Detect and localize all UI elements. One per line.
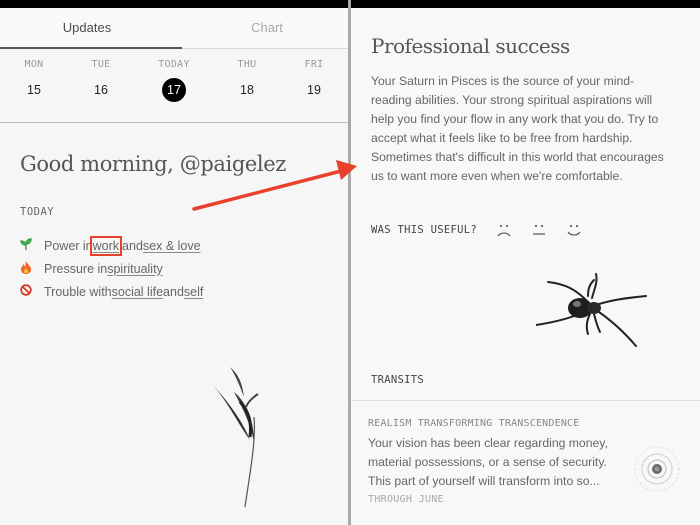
transit-duration: THROUGH JUNE — [368, 494, 444, 505]
happy-face-icon[interactable] — [566, 222, 582, 238]
neutral-face-icon[interactable] — [531, 222, 547, 238]
sad-face-icon[interactable] — [496, 222, 512, 238]
day-date: 15 — [27, 83, 41, 97]
day-date: 19 — [307, 83, 321, 97]
orbit-chart-icon — [633, 445, 681, 498]
day-name: THU — [237, 59, 257, 70]
transit-body: Your vision has been clear regarding mon… — [368, 436, 608, 488]
link-self[interactable]: self — [184, 285, 203, 299]
link-work[interactable]: work — [89, 235, 123, 256]
item-text: and — [163, 284, 184, 299]
tab-updates[interactable]: Updates — [0, 8, 174, 49]
day-name: FRI — [304, 59, 324, 70]
item-text: Power in — [44, 238, 93, 253]
day-date: 16 — [94, 83, 108, 97]
grass-illustration — [210, 362, 270, 517]
spider-illustration — [535, 270, 656, 355]
feedback-row: WAS THIS USEFUL? — [371, 222, 582, 238]
tab-bar: Updates Chart — [0, 8, 348, 49]
day-date: 18 — [240, 83, 254, 97]
feedback-label: WAS THIS USEFUL? — [371, 224, 477, 236]
greeting-heading: Good morning, @paigelez — [20, 152, 286, 176]
detail-panel: Professional success Your Saturn in Pisc… — [351, 8, 700, 525]
day-name: MON — [24, 59, 44, 70]
detail-body: Your Saturn in Pisces is the source of y… — [371, 74, 664, 183]
day-today[interactable]: TODAY 17 — [144, 59, 204, 102]
list-item: Pressure in spirituality — [20, 257, 203, 280]
today-label: TODAY — [20, 206, 55, 218]
day-name: TUE — [91, 59, 111, 70]
day-name: TODAY — [158, 59, 190, 70]
no-entry-icon — [20, 284, 44, 299]
tab-chart[interactable]: Chart — [180, 8, 354, 49]
section-divider — [351, 400, 700, 401]
today-list: Power in work and sex & love Pressure in… — [20, 234, 203, 303]
link-social-life[interactable]: social life — [112, 285, 163, 299]
item-text: and — [122, 238, 143, 253]
item-text: Pressure in — [44, 261, 108, 276]
detail-title: Professional success — [371, 34, 570, 58]
list-item: Power in work and sex & love — [20, 234, 203, 257]
day-fri[interactable]: FRI 19 — [284, 59, 344, 102]
seedling-icon — [20, 238, 44, 253]
day-selector: MON 15 TUE 16 TODAY 17 THU 18 FRI 19 — [0, 49, 348, 123]
list-item: Trouble with social life and self — [20, 280, 203, 303]
fire-icon — [20, 260, 44, 277]
day-thu[interactable]: THU 18 — [217, 59, 277, 102]
updates-panel: Updates Chart MON 15 TUE 16 TODAY 17 THU… — [0, 8, 348, 525]
link-spirituality[interactable]: spirituality — [107, 262, 163, 276]
transit-title: REALISM TRANSFORMING TRANSCENDENCE — [368, 418, 580, 429]
day-date-selected: 17 — [162, 78, 186, 102]
transits-label: TRANSITS — [371, 374, 424, 386]
day-mon[interactable]: MON 15 — [4, 59, 64, 102]
link-sex-love[interactable]: sex & love — [143, 239, 201, 253]
day-tue[interactable]: TUE 16 — [71, 59, 131, 102]
item-text: Trouble with — [44, 284, 112, 299]
transit-card[interactable]: REALISM TRANSFORMING TRANSCENDENCE Your … — [368, 418, 628, 505]
